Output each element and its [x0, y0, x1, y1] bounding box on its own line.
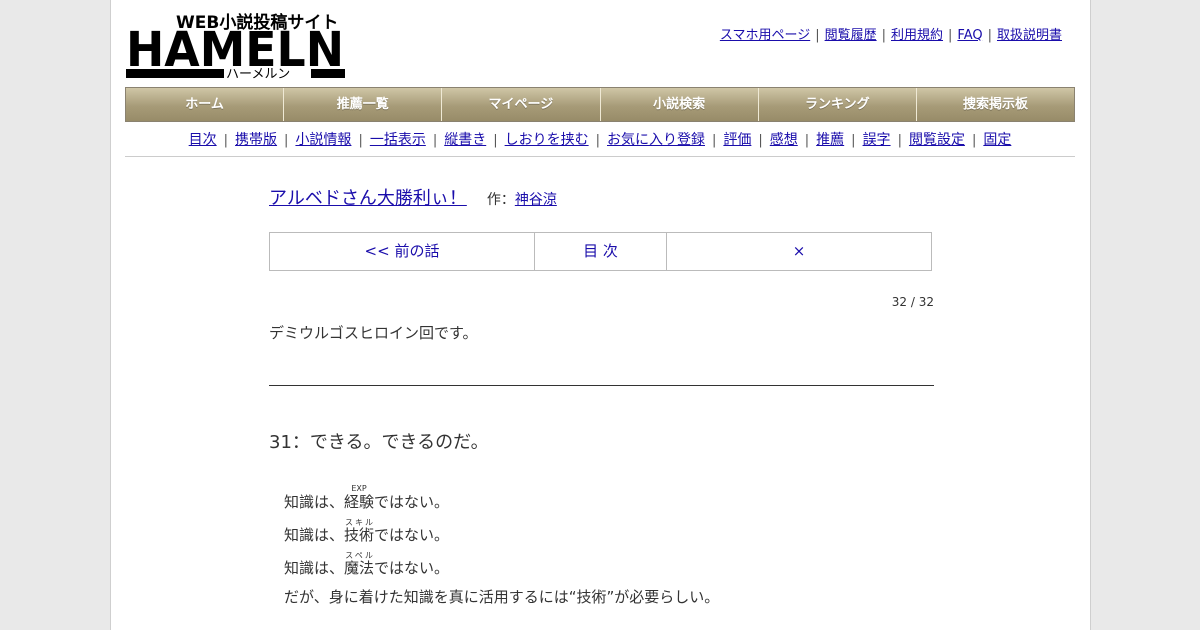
subnav-all-view[interactable]: 一括表示	[370, 132, 426, 148]
subnav-vertical[interactable]: 縦書き	[444, 132, 486, 148]
subnav-view-settings[interactable]: 閲覧設定	[909, 132, 965, 148]
hameln-logo[interactable]: WEB小説投稿サイト HAMELN ハーメルン	[126, 10, 346, 80]
body-line: 知識は、魔法スペルではない。	[284, 551, 450, 578]
subnav-review[interactable]: 感想	[770, 132, 798, 148]
top-link-smartphone[interactable]: スマホ用ページ	[720, 28, 810, 43]
top-links: スマホ用ページ | 閲覧履歴 | 利用規約 | FAQ | 取扱説明書	[719, 28, 1062, 43]
toc-link[interactable]: 目 次	[535, 233, 667, 270]
subnav-typo[interactable]: 誤字	[863, 132, 891, 148]
header-divider	[125, 156, 1075, 157]
subnav-bookmark[interactable]: しおりを挟む	[505, 132, 589, 148]
subnav-recommend[interactable]: 推薦	[816, 132, 844, 148]
author-prefix: 作：	[486, 192, 515, 208]
subnav-toc[interactable]: 目次	[189, 132, 217, 148]
episode-pager: << 前の話 目 次 ×	[269, 232, 932, 271]
preface-divider	[269, 385, 934, 386]
ruby-word: 魔法スペル	[344, 551, 375, 578]
top-link-faq[interactable]: FAQ	[957, 28, 982, 43]
nav-mypage[interactable]: マイページ	[442, 88, 601, 121]
nav-search-board[interactable]: 捜索掲示板	[917, 88, 1074, 121]
novel-heading: アルベドさん大勝利ぃ！ 作：神谷涼	[269, 184, 557, 210]
body-line: 知識は、技術スキルではない。	[284, 518, 450, 545]
chapter-title: 31：できる。できるのだ。	[269, 432, 489, 453]
top-link-history[interactable]: 閲覧履歴	[825, 28, 877, 43]
subnav-favorite[interactable]: お気に入り登録	[607, 132, 705, 148]
novel-title-link[interactable]: アルベドさん大勝利ぃ！	[269, 188, 467, 209]
prev-episode-link[interactable]: << 前の話	[270, 233, 535, 270]
author-link[interactable]: 神谷涼	[515, 192, 557, 208]
ruby-word: 経験EXP	[344, 484, 375, 512]
body-line: 知識は、経験EXPではない。	[284, 484, 450, 512]
subnav-mobile[interactable]: 携帯版	[235, 132, 277, 148]
next-episode-link[interactable]: ×	[667, 233, 931, 270]
top-link-manual[interactable]: 取扱説明書	[997, 28, 1062, 43]
top-link-terms[interactable]: 利用規約	[891, 28, 943, 43]
page-container: WEB小説投稿サイト HAMELN ハーメルン スマホ用ページ | 閲覧履歴 | 利用規…	[110, 0, 1091, 630]
subnav-pin[interactable]: 固定	[983, 132, 1011, 148]
subnav-novel-info[interactable]: 小説情報	[295, 132, 351, 148]
subnav-rating[interactable]: 評価	[723, 132, 751, 148]
chapter-body: 知識は、経験EXPではない。 知識は、技術スキルではない。 知識は、魔法スペルで…	[284, 482, 719, 614]
novel-subnav: 目次 | 携帯版 | 小説情報 | 一括表示 | 縦書き | しおりを挟む | お気に入り登録 | 評価 | 感…	[188, 132, 1012, 148]
ruby-word: 技術スキル	[344, 518, 375, 545]
episode-counter: 32 / 32	[891, 295, 934, 309]
logo-reading: ハーメルン	[226, 67, 290, 80]
preface-text: デミウルゴスヒロイン回です。	[269, 324, 478, 342]
body-line: だが、身に着けた知識を真に活用するには“技術”が必要らしい。	[284, 588, 720, 606]
nav-novel-search[interactable]: 小説検索	[601, 88, 759, 121]
nav-recommendations[interactable]: 推薦一覧	[284, 88, 443, 121]
nav-home[interactable]: ホーム	[126, 88, 285, 121]
nav-ranking[interactable]: ランキング	[759, 88, 917, 121]
main-nav: ホーム 推薦一覧 マイページ 小説検索 ランキング 捜索掲示板	[125, 87, 1075, 122]
